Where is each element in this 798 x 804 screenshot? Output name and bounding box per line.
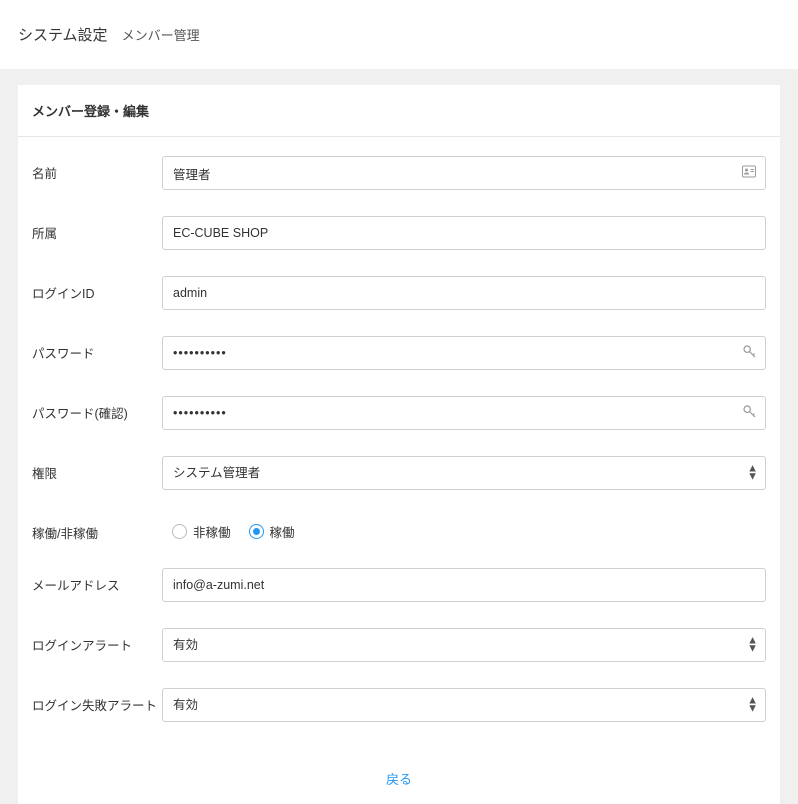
label-login-alert: ログインアラート [32,628,162,654]
work-status-radio-group: 非稼働 稼働 [162,516,766,541]
form-body: 名前 所属 ログインID パスワード [18,137,780,753]
row-password: パスワード [32,323,766,383]
radio-inactive[interactable]: 非稼働 [172,522,231,541]
login-alert-select[interactable]: 有効 [162,628,766,662]
label-login-fail-alert: ログイン失敗アラート [32,688,162,714]
page-subtitle: メンバー管理 [122,25,200,44]
row-password-confirm: パスワード(確認) [32,383,766,443]
label-name: 名前 [32,156,162,182]
label-login-id: ログインID [32,276,162,302]
password-input[interactable] [162,336,766,370]
row-login-fail-alert: ログイン失敗アラート 有効 ▲▼ [32,675,766,735]
login-id-input[interactable] [162,276,766,310]
label-affiliation: 所属 [32,216,162,242]
member-form-card: メンバー登録・編集 名前 所属 ログインID パスワード [18,85,780,753]
page-header: システム設定 メンバー管理 [0,0,798,69]
password-confirm-input[interactable] [162,396,766,430]
login-fail-alert-select[interactable]: 有効 [162,688,766,722]
email-input[interactable] [162,568,766,602]
name-input[interactable] [162,156,766,190]
radio-circle-icon [172,524,187,539]
authority-select[interactable]: システム管理者 [162,456,766,490]
radio-label-active: 稼働 [270,522,295,541]
affiliation-input[interactable] [162,216,766,250]
radio-active[interactable]: 稼働 [249,522,295,541]
card-title: メンバー登録・編集 [18,85,780,137]
radio-label-inactive: 非稼働 [193,522,231,541]
back-link[interactable]: 戻る [386,772,412,787]
row-email: メールアドレス [32,555,766,615]
label-password-confirm: パスワード(確認) [32,396,162,422]
row-login-alert: ログインアラート 有効 ▲▼ [32,615,766,675]
row-login-id: ログインID [32,263,766,323]
row-affiliation: 所属 [32,203,766,263]
label-password: パスワード [32,336,162,362]
radio-circle-checked-icon [249,524,264,539]
label-email: メールアドレス [32,568,162,594]
row-work-status: 稼働/非稼働 非稼働 稼働 [32,503,766,555]
row-authority: 権限 システム管理者 ▲▼ [32,443,766,503]
label-authority: 権限 [32,456,162,482]
row-name: 名前 [32,143,766,203]
label-work-status: 稼働/非稼働 [32,516,162,542]
page-title: システム設定 [18,24,108,45]
footer-bar: 戻る [18,753,780,804]
